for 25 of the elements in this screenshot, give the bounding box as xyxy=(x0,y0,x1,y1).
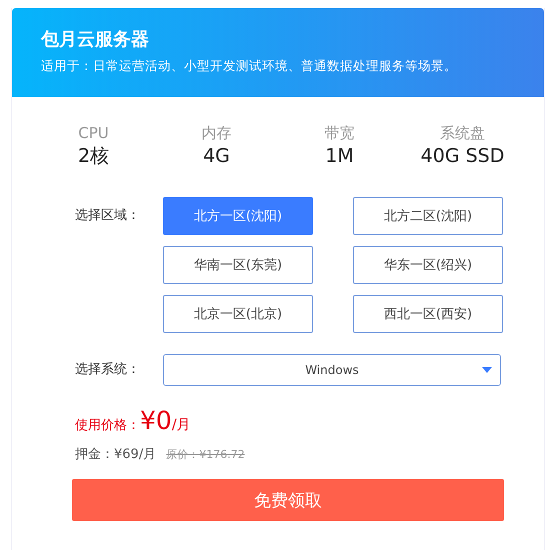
price-label: 使用价格： xyxy=(75,417,140,434)
spec-label: 带宽 xyxy=(324,123,354,143)
region-option[interactable]: 北方二区(沈阳) xyxy=(353,197,503,235)
system-select[interactable]: Windows xyxy=(163,354,501,386)
spec-value: 4G xyxy=(203,144,230,169)
region-option[interactable]: 北方一区(沈阳) xyxy=(163,197,313,235)
price-amount: ¥0 xyxy=(140,406,172,435)
spec-value: 1M xyxy=(325,144,354,169)
spec-label: CPU xyxy=(78,123,109,143)
spec-label: 内存 xyxy=(202,123,232,143)
deposit-text: 押金：¥69/月 xyxy=(75,446,156,463)
caret-icon xyxy=(482,367,492,373)
card-title: 包月云服务器 xyxy=(41,28,150,52)
region-option[interactable]: 华东一区(绍兴) xyxy=(353,246,503,284)
region-option[interactable]: 北京一区(北京) xyxy=(163,295,313,333)
original-price: 原价：¥176.72 xyxy=(166,447,245,462)
region-option[interactable]: 华南一区(东莞) xyxy=(163,246,313,284)
spec-label: 系统盘 xyxy=(440,123,485,143)
spec-value: 2核 xyxy=(78,144,110,169)
region-option[interactable]: 西北一区(西安) xyxy=(353,295,503,333)
region-label: 选择区域： xyxy=(75,207,141,225)
card-subtitle: 适用于：日常运营活动、小型开发测试环境、普通数据处理服务等场景。 xyxy=(41,58,458,75)
spec-value: 40G SSD xyxy=(420,144,504,169)
system-label: 选择系统： xyxy=(75,361,141,379)
price-unit: /月 xyxy=(172,416,191,434)
